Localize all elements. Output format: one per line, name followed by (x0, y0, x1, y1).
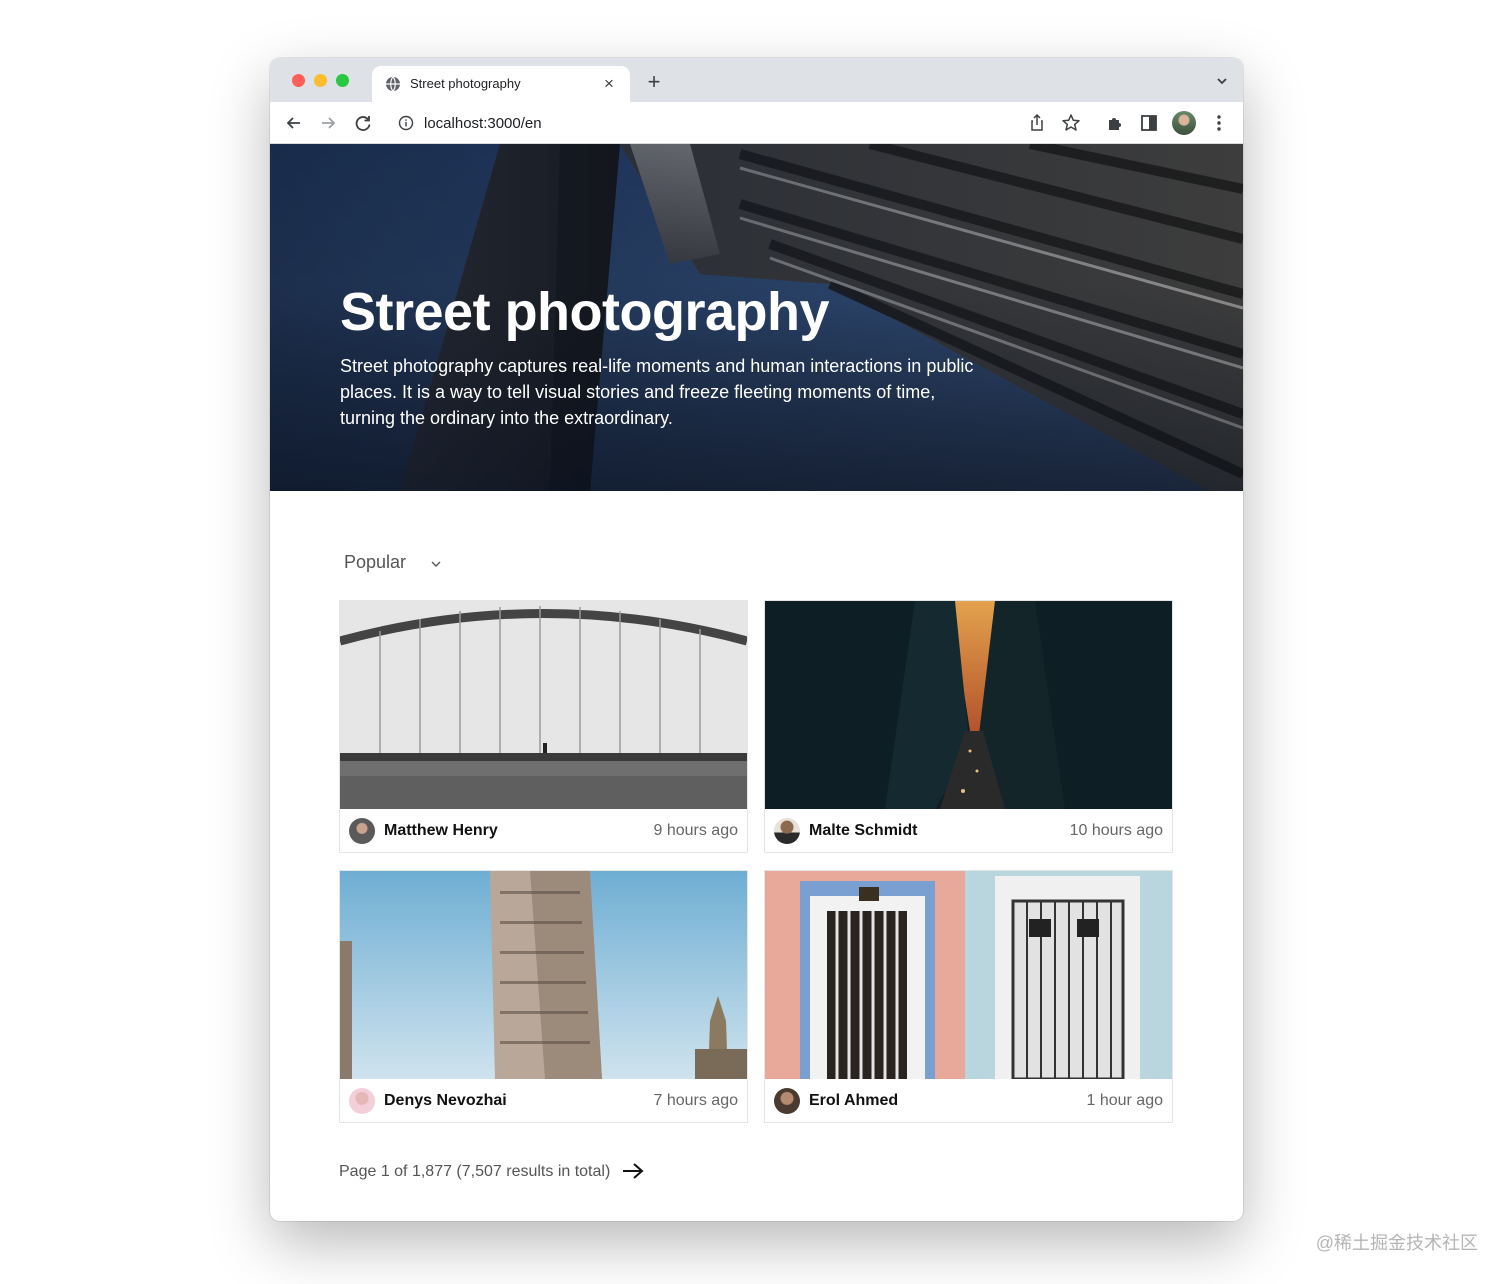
tab-strip: Street photography × + (270, 58, 1243, 102)
url-text: localhost:3000/en (424, 115, 542, 132)
photo-thumbnail (765, 871, 1172, 1079)
window-zoom-button[interactable] (336, 74, 349, 87)
page-title: Street photography (340, 282, 830, 342)
avatar (349, 1088, 375, 1114)
photo-card[interactable]: Denys Nevozhai 7 hours ago (339, 870, 748, 1123)
side-panel-icon[interactable] (1138, 112, 1160, 134)
tab-street-photography[interactable]: Street photography × (372, 66, 630, 102)
photo-card[interactable]: Erol Ahmed 1 hour ago (764, 870, 1173, 1123)
photo-thumbnail (340, 601, 747, 809)
browser-toolbar: localhost:3000/en (270, 102, 1243, 144)
watermark: @稀土掘金技术社区 (1315, 1233, 1478, 1253)
photo-card[interactable]: Matthew Henry 9 hours ago (339, 600, 748, 853)
window-close-button[interactable] (292, 74, 305, 87)
info-icon[interactable] (398, 115, 414, 131)
forward-arrow-icon[interactable] (317, 112, 339, 134)
chevron-down-icon[interactable] (1215, 74, 1229, 88)
plus-icon[interactable]: + (642, 70, 666, 94)
globe-icon (386, 76, 400, 92)
address-bar[interactable]: localhost:3000/en (388, 107, 1088, 139)
avatar (774, 818, 800, 844)
profile-avatar[interactable] (1172, 111, 1196, 135)
hero-banner: Street photography Street photography ca… (270, 144, 1243, 491)
reload-icon[interactable] (352, 112, 374, 134)
timestamp: 1 hour ago (1086, 1092, 1163, 1109)
author-name[interactable]: Matthew Henry (384, 822, 498, 840)
page-description: Street photography captures real-life mo… (340, 356, 974, 428)
share-icon[interactable] (1026, 112, 1048, 134)
author-name[interactable]: Denys Nevozhai (384, 1092, 507, 1110)
author-name[interactable]: Malte Schmidt (809, 822, 917, 840)
chevron-down-icon[interactable] (430, 558, 442, 570)
close-icon[interactable]: × (598, 73, 620, 95)
author-name[interactable]: Erol Ahmed (809, 1092, 898, 1110)
avatar (349, 818, 375, 844)
timestamp: 7 hours ago (653, 1092, 738, 1109)
sort-select[interactable]: Popular (344, 552, 406, 573)
window-minimize-button[interactable] (314, 74, 327, 87)
avatar (774, 1088, 800, 1114)
extensions-icon[interactable] (1104, 112, 1126, 134)
kebab-menu-icon[interactable] (1208, 112, 1230, 134)
photo-card[interactable]: Malte Schmidt 10 hours ago (764, 600, 1173, 853)
back-arrow-icon[interactable] (283, 112, 305, 134)
browser-window: Street photography × + localhost:3000/en (270, 58, 1243, 1221)
star-icon[interactable] (1060, 112, 1082, 134)
photo-thumbnail (765, 601, 1172, 809)
next-page-arrow-icon[interactable] (620, 1160, 646, 1182)
tab-title: Street photography (410, 76, 521, 91)
photo-thumbnail (340, 871, 747, 1079)
timestamp: 9 hours ago (653, 822, 738, 839)
pagination-summary: Page 1 of 1,877 (7,507 results in total) (339, 1163, 611, 1180)
timestamp: 10 hours ago (1069, 822, 1163, 839)
